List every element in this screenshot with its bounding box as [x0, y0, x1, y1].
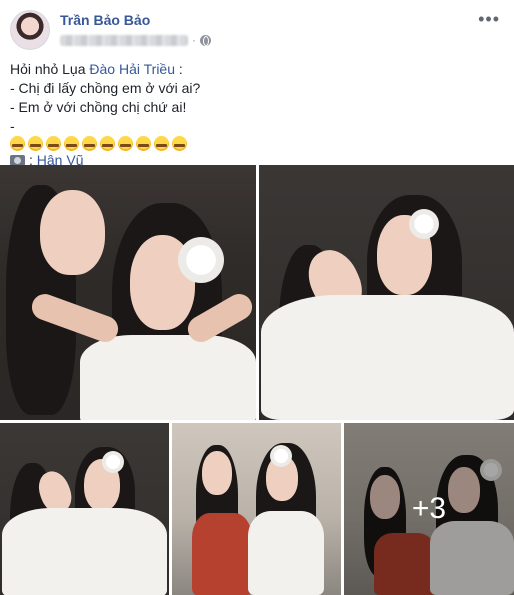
emoji-sequence	[10, 136, 504, 151]
grimacing-emoji-icon	[172, 136, 187, 151]
post-line-1: Hỏi nhỏ Lụa Đào Hải Triều :	[10, 60, 504, 79]
post-line-3: - Em ở với chồng chị chứ ai!	[10, 99, 187, 115]
photo-1-dress	[80, 335, 256, 420]
post-text: Hỏi nhỏ Lụa Đào Hải Triều : - Chị đi lấy…	[10, 60, 504, 170]
grimacing-emoji-icon	[28, 136, 43, 151]
more-photos-overlay[interactable]: +3	[344, 423, 514, 595]
photo-1-face-left	[40, 190, 105, 275]
author-name-link[interactable]: Trần Bảo Bảo	[60, 12, 150, 28]
photo-3-flower	[102, 451, 124, 473]
post-meta: ·	[60, 33, 211, 47]
grimacing-emoji-icon	[46, 136, 61, 151]
grimacing-emoji-icon	[64, 136, 79, 151]
photo-2-dress	[261, 295, 514, 420]
post-line-2: - Chị đi lấy chồng em ở với ai?	[10, 80, 201, 96]
post-line-1-prefix: Hỏi nhỏ Lụa	[10, 61, 90, 77]
photo-1-flower	[178, 237, 224, 283]
grimacing-emoji-icon	[118, 136, 133, 151]
post-header: Trần Bảo Bảo · •••	[10, 10, 504, 52]
photo-2[interactable]	[259, 165, 514, 420]
post-line-4-prefix: -	[10, 118, 15, 134]
photo-4-dress	[248, 511, 324, 595]
photo-4-face-left	[202, 451, 232, 495]
grimacing-emoji-icon	[136, 136, 151, 151]
grimacing-emoji-icon	[100, 136, 115, 151]
mention-link[interactable]: Đào Hải Triều	[89, 61, 175, 77]
photo-2-flower	[409, 209, 439, 239]
photo-1[interactable]	[0, 165, 256, 420]
meta-separator: ·	[192, 33, 196, 47]
photo-4-red-dress	[192, 513, 252, 595]
more-options-icon[interactable]: •••	[478, 10, 500, 28]
photo-4-flower	[270, 445, 292, 467]
post-line-4: -	[10, 117, 504, 151]
blurred-timestamp[interactable]	[60, 34, 188, 46]
post-line-1-suffix: :	[175, 61, 183, 77]
photo-4[interactable]	[172, 423, 341, 595]
photo-3[interactable]	[0, 423, 169, 595]
grimacing-emoji-icon	[154, 136, 169, 151]
grimacing-emoji-icon	[10, 136, 25, 151]
more-photos-count: +3	[411, 492, 447, 525]
grimacing-emoji-icon	[82, 136, 97, 151]
globe-icon[interactable]	[200, 34, 211, 46]
author-avatar[interactable]	[10, 10, 50, 50]
photo-3-dress	[2, 508, 167, 595]
